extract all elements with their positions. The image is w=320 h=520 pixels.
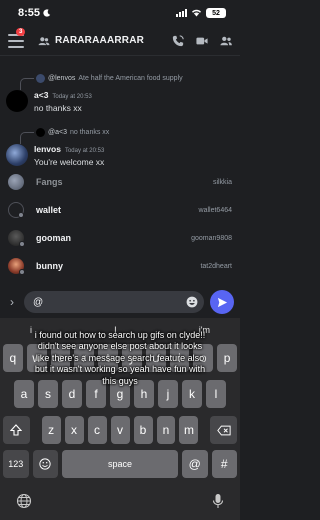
emoji-keyboard-icon xyxy=(39,458,51,470)
shift-icon xyxy=(10,424,23,436)
message[interactable]: a<3 Today at 20:53 no thanks xx xyxy=(6,90,92,113)
battery-indicator: 52 xyxy=(206,8,226,18)
key[interactable]: v xyxy=(110,416,130,444)
status-indicators: 52 xyxy=(176,8,226,18)
status-dot xyxy=(19,241,25,247)
send-button[interactable] xyxy=(210,290,234,314)
reply-username: @a<3 xyxy=(48,129,67,136)
mention-suggestion[interactable]: bunny tat2dheart xyxy=(0,254,240,278)
call-icon[interactable] xyxy=(172,34,184,47)
channel-name: RARARAAARRAR xyxy=(55,35,145,46)
reply-text: no thanks xx xyxy=(69,129,110,136)
suggestion-handle: silkkia xyxy=(212,178,232,186)
reply-text: Ate half the American food supply xyxy=(78,75,183,82)
hash-key[interactable]: # xyxy=(211,450,238,478)
key-row-4: 123 space @ # xyxy=(0,450,240,478)
message-text: You're welcome xx xyxy=(34,157,105,167)
space-key[interactable]: space xyxy=(62,450,178,478)
reply-avatar xyxy=(36,74,45,83)
suggestion-name: Fangs xyxy=(36,177,63,187)
reply-preview[interactable]: @lenvos Ate half the American food suppl… xyxy=(36,74,183,83)
status-dot xyxy=(18,212,24,218)
reply-username: @lenvos xyxy=(48,75,76,82)
message[interactable]: lenvos Today at 20:53 You're welcome xx xyxy=(6,144,104,167)
message-text: no thanks xx xyxy=(34,103,82,113)
backspace-key[interactable] xyxy=(210,416,238,444)
avatar[interactable] xyxy=(6,90,28,112)
mention-suggestion[interactable]: Fangs silkkia xyxy=(0,170,240,194)
cellular-signal-icon xyxy=(176,9,187,17)
suggestion-avatar xyxy=(8,202,24,218)
at-key[interactable]: @ xyxy=(181,450,208,478)
numbers-key[interactable]: 123 xyxy=(3,450,29,478)
send-icon xyxy=(217,297,227,307)
status-bar: 8:55 52 xyxy=(0,0,240,26)
message-input-value[interactable]: @ xyxy=(33,297,186,308)
menu-button[interactable]: 3 xyxy=(8,27,26,48)
microphone-icon[interactable] xyxy=(212,493,224,509)
key[interactable]: b xyxy=(133,416,153,444)
notification-badge: 3 xyxy=(16,27,26,36)
key[interactable]: q xyxy=(3,344,23,372)
suggestion-handle: gooman9808 xyxy=(191,234,232,242)
reply-connector xyxy=(20,78,34,90)
backspace-icon xyxy=(217,425,231,435)
emoji-keyboard-key[interactable] xyxy=(32,450,59,478)
suggestion-name: wallet xyxy=(36,205,62,215)
message-list[interactable]: @lenvos Ate half the American food suppl… xyxy=(0,56,240,288)
moon-icon xyxy=(43,9,51,17)
wifi-icon xyxy=(192,9,201,17)
reply-preview[interactable]: @a<3 no thanks xx xyxy=(36,128,109,137)
key[interactable]: z xyxy=(41,416,61,444)
suggestion-avatar xyxy=(8,174,24,190)
video-icon[interactable] xyxy=(196,35,208,47)
key[interactable]: x xyxy=(64,416,84,444)
suggestion-avatar xyxy=(8,258,25,275)
globe-icon[interactable] xyxy=(16,493,32,509)
suggestion-avatar xyxy=(8,230,25,247)
suggestion-handle: tat2dheart xyxy=(200,262,232,270)
channel-header: 3 RARARAAARRAR xyxy=(0,26,240,56)
mention-suggestion[interactable]: gooman gooman9808 xyxy=(0,226,240,250)
expand-chevron-icon[interactable]: › xyxy=(6,295,18,309)
keyboard-bottom-bar xyxy=(0,482,240,520)
message-timestamp: Today at 20:53 xyxy=(52,94,92,100)
emoji-icon[interactable] xyxy=(186,296,198,308)
key-row-3: z x c v b n m xyxy=(0,416,240,444)
key[interactable]: c xyxy=(87,416,107,444)
key[interactable]: m xyxy=(179,416,199,444)
shift-key[interactable] xyxy=(3,416,30,444)
suggestion-handle: wallet6464 xyxy=(198,206,232,214)
header-actions xyxy=(172,34,232,47)
message-composer: › @ xyxy=(0,288,240,316)
key[interactable]: n xyxy=(156,416,176,444)
members-icon[interactable] xyxy=(220,35,232,47)
avatar[interactable] xyxy=(6,144,28,166)
reply-avatar xyxy=(36,128,45,137)
suggestion-name: bunny xyxy=(36,261,63,271)
message-username[interactable]: a<3 xyxy=(34,90,48,100)
status-dot xyxy=(19,269,25,275)
status-time: 8:55 xyxy=(18,7,51,19)
channel-title[interactable]: RARARAAARRAR xyxy=(38,35,172,46)
suggestion-name: gooman xyxy=(36,233,71,243)
reply-connector xyxy=(20,132,34,144)
clock-time: 8:55 xyxy=(18,7,41,19)
message-timestamp: Today at 20:53 xyxy=(64,148,105,154)
group-icon xyxy=(38,36,50,45)
message-input[interactable]: @ xyxy=(24,291,204,313)
key[interactable]: p xyxy=(217,344,237,372)
overlay-caption: i found out how to search up gifs on cly… xyxy=(34,330,206,386)
message-username[interactable]: lenvos xyxy=(34,144,61,154)
mention-suggestion[interactable]: wallet wallet6464 xyxy=(0,198,240,222)
